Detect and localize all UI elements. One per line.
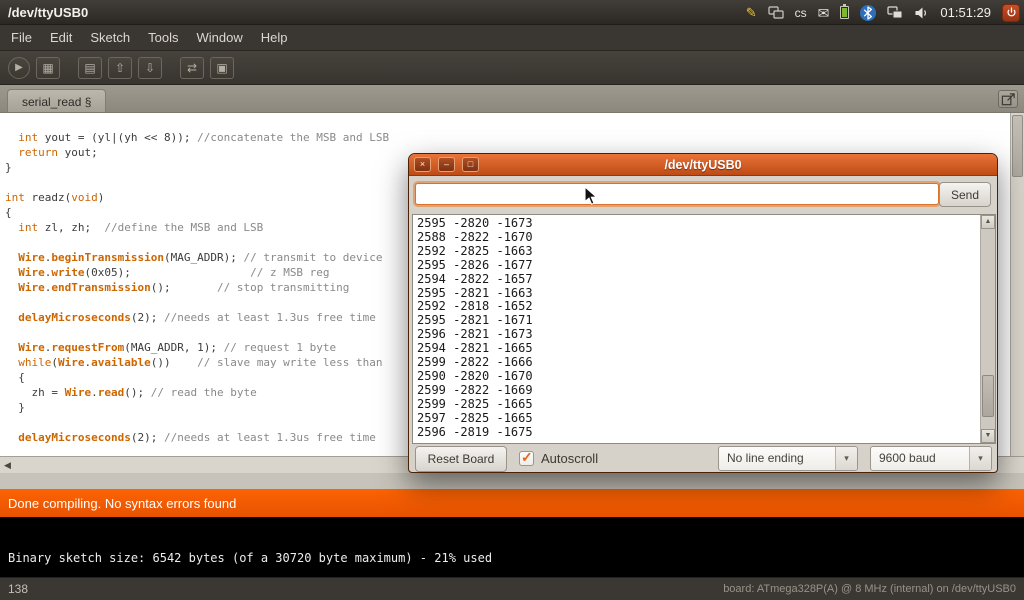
tab-serial-read[interactable]: serial_read §	[7, 89, 106, 112]
export-button[interactable]: ▣	[210, 57, 234, 79]
scroll-up-arrow-icon[interactable]: ▲	[981, 215, 995, 229]
code-line: int yout = (yl|(yh << 8)); //concatenate…	[5, 130, 1024, 145]
notes-icon[interactable]: ✎	[746, 3, 757, 23]
serial-line: 2599 -2822 -1666	[417, 356, 976, 370]
serial-line: 2595 -2820 -1673	[417, 217, 976, 231]
focused-window-title: /dev/ttyUSB0	[8, 5, 88, 20]
serial-monitor-titlebar[interactable]: × – □ /dev/ttyUSB0	[409, 154, 997, 176]
toolbar: ▶ ▦ ▤ ⇧ ⇩ ⇄ ▣	[0, 51, 1024, 85]
serial-output-area[interactable]: 2595 -2820 -16732588 -2822 -16702592 -28…	[412, 214, 996, 444]
checkmark-icon: ✓	[521, 449, 533, 466]
status-bar: Done compiling. No syntax errors found	[0, 489, 1024, 517]
serial-scrollbar[interactable]: ▲ ▼	[980, 215, 995, 443]
menu-edit[interactable]: Edit	[41, 25, 81, 51]
close-icon[interactable]: ×	[414, 157, 431, 172]
baud-rate-value: 9600 baud	[871, 447, 969, 470]
serial-line: 2590 -2820 -1670	[417, 370, 976, 384]
battery-icon[interactable]	[840, 3, 849, 23]
minimize-icon[interactable]: –	[438, 157, 455, 172]
save-down-arrow-icon: ⇩	[145, 61, 155, 75]
maximize-icon[interactable]: □	[462, 157, 479, 172]
scroll-down-arrow-icon[interactable]: ▼	[981, 429, 995, 443]
upload-button[interactable]: ⇄	[180, 57, 204, 79]
top-panel: /dev/ttyUSB0 ✎ cs ✉ 01:51:29	[0, 0, 1024, 25]
session-power-icon[interactable]	[1002, 3, 1020, 23]
serial-line: 2594 -2822 -1657	[417, 273, 976, 287]
stop-button[interactable]: ▦	[36, 57, 60, 79]
baud-rate-select[interactable]: 9600 baud ▾	[870, 446, 992, 471]
footer-bar: 138 board: ATmega328P(A) @ 8 MHz (intern…	[0, 577, 1024, 600]
new-sketch-button[interactable]: ▤	[78, 57, 102, 79]
menu-tools[interactable]: Tools	[139, 25, 187, 51]
system-tray: ✎ cs ✉ 01:51:29	[746, 0, 1020, 25]
menu-bar: FileEditSketchToolsWindowHelp	[0, 25, 1024, 51]
serial-input[interactable]	[415, 183, 939, 205]
screen: /dev/ttyUSB0 ✎ cs ✉ 01:51:29	[0, 0, 1024, 600]
keyboard-layout-indicator[interactable]: cs	[795, 3, 807, 23]
autoscroll-checkbox[interactable]: ✓	[519, 451, 534, 466]
clock[interactable]: 01:51:29	[940, 3, 991, 23]
serial-line: 2595 -2821 -1671	[417, 314, 976, 328]
line-number-indicator: 138	[8, 582, 28, 596]
play-circle-icon: ▶	[15, 62, 23, 73]
new-file-icon: ▤	[84, 61, 95, 75]
serial-line: 2594 -2821 -1665	[417, 342, 976, 356]
menu-file[interactable]: File	[2, 25, 41, 51]
serial-line: 2592 -2825 -1663	[417, 245, 976, 259]
serial-line: 2596 -2821 -1673	[417, 328, 976, 342]
menu-window[interactable]: Window	[187, 25, 251, 51]
serial-line: 2592 -2818 -1652	[417, 300, 976, 314]
editor-footer-strip	[0, 473, 1024, 489]
serial-monitor-button[interactable]	[998, 90, 1018, 108]
serial-line: 2596 -2819 -1675	[417, 426, 976, 440]
serial-monitor-window: × – □ /dev/ttyUSB0 Send 2595 -2820 -1673…	[408, 153, 998, 473]
console-output: Binary sketch size: 6542 bytes (of a 307…	[0, 517, 1024, 577]
board-info: board: ATmega328P(A) @ 8 MHz (internal) …	[723, 583, 1016, 595]
mouse-cursor	[584, 186, 598, 211]
save-button[interactable]: ⇩	[138, 57, 162, 79]
chevron-down-icon[interactable]: ▾	[969, 447, 991, 470]
serial-line: 2599 -2825 -1665	[417, 398, 976, 412]
tab-bar: serial_read §	[0, 85, 1024, 113]
console-text: Binary sketch size: 6542 bytes (of a 307…	[8, 551, 492, 565]
serial-line: 2599 -2822 -1669	[417, 384, 976, 398]
serial-monitor-title: /dev/ttyUSB0	[409, 154, 997, 176]
mail-icon[interactable]: ✉	[818, 3, 830, 23]
serial-monitor-controls: Reset Board ✓ Autoscroll No line ending …	[409, 446, 997, 474]
editor-vscroll-thumb[interactable]	[1012, 115, 1023, 177]
menu-help[interactable]: Help	[252, 25, 297, 51]
open-up-arrow-icon: ⇧	[115, 61, 125, 75]
serial-line: 2597 -2825 -1665	[417, 412, 976, 426]
autoscroll-label: Autoscroll	[541, 451, 598, 466]
volume-icon[interactable]	[914, 3, 929, 23]
verify-button[interactable]: ▶	[8, 57, 30, 79]
reset-board-button[interactable]: Reset Board	[415, 446, 507, 472]
workspace-icon[interactable]	[768, 3, 784, 23]
line-ending-value: No line ending	[719, 447, 835, 470]
network-icon[interactable]	[887, 3, 903, 23]
battery-shape	[840, 6, 849, 19]
send-button[interactable]: Send	[939, 182, 991, 207]
menu-sketch[interactable]: Sketch	[81, 25, 139, 51]
stop-grid-icon: ▦	[42, 61, 53, 75]
transfer-arrows-icon: ⇄	[187, 61, 197, 75]
open-button[interactable]: ⇧	[108, 57, 132, 79]
scroll-left-arrow-icon[interactable]: ◀	[4, 460, 11, 471]
window-buttons: × – □	[414, 157, 479, 172]
serial-line: 2595 -2821 -1663	[417, 287, 976, 301]
chevron-down-icon[interactable]: ▾	[835, 447, 857, 470]
serial-scrollbar-thumb[interactable]	[982, 375, 994, 417]
line-ending-select[interactable]: No line ending ▾	[718, 446, 858, 471]
status-message: Done compiling. No syntax errors found	[8, 496, 236, 511]
serial-line: 2595 -2826 -1677	[417, 259, 976, 273]
serial-output-lines: 2595 -2820 -16732588 -2822 -16702592 -28…	[413, 215, 980, 443]
export-box-icon: ▣	[216, 61, 227, 75]
editor-vertical-scrollbar[interactable]	[1010, 113, 1024, 456]
bluetooth-icon[interactable]	[860, 3, 876, 23]
serial-line: 2588 -2822 -1670	[417, 231, 976, 245]
